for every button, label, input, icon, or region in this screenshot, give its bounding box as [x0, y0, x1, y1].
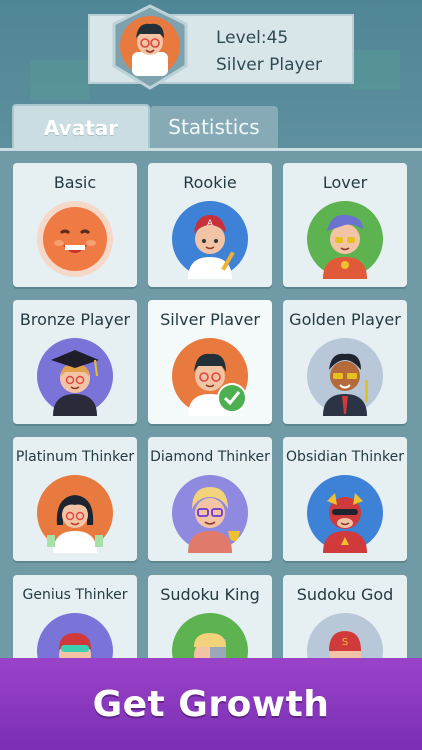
avatar-card-obsidian-thinker[interactable]: Obsidian Thinker [283, 437, 407, 561]
smiley-avatar-icon [37, 201, 113, 277]
promo-headline: Get Growth [92, 683, 330, 725]
svg-text:S: S [342, 637, 348, 648]
lover-boy-avatar-icon [307, 201, 383, 279]
platinum-girl-avatar-icon [37, 475, 113, 553]
player-rank: Silver Player [216, 55, 323, 75]
avatar-card-label: Rookie [183, 173, 237, 192]
silver-boy-avatar-icon [172, 338, 248, 416]
avatar-card-basic[interactable]: Basic [13, 163, 137, 287]
avatar-card-silver-player[interactable]: Silver Plaver [148, 300, 272, 424]
current-avatar-badge-icon [112, 4, 188, 90]
tab-statistics-label: Statistics [168, 115, 260, 139]
avatar-card-rookie[interactable]: Rookie A [148, 163, 272, 287]
graduate-avatar-icon [37, 338, 113, 416]
background-decoration [30, 60, 90, 100]
avatar-card-label: Lover [322, 173, 368, 192]
background-decoration [350, 50, 400, 90]
rookie-boy-avatar-icon: A [172, 201, 248, 279]
diamond-blonde-avatar-icon [172, 475, 248, 553]
promo-banner: Get Growth [0, 658, 422, 750]
avatar-card-diamond-thinker[interactable]: Diamond Thinker [148, 437, 272, 561]
avatar-card-platinum-thinker[interactable]: Platinum Thinker [13, 437, 137, 561]
avatar-card-label: Sudoku King [160, 585, 260, 604]
avatar-card-label: Bronze Player [19, 310, 131, 329]
golden-man-avatar-icon [307, 338, 383, 416]
avatar-card-label: Basic [53, 173, 97, 192]
avatar-card-golden-player[interactable]: Golden Player [283, 300, 407, 424]
tab-avatar-label: Avatar [43, 116, 119, 140]
avatar-card-label: Sudoku God [296, 585, 394, 604]
obsidian-hero-avatar-icon [307, 475, 383, 553]
avatar-card-bronze-player[interactable]: Bronze Player [13, 300, 137, 424]
avatar-card-label: Golden Player [289, 310, 401, 329]
avatar-card-label: Obsidian Thinker [286, 449, 404, 465]
tab-avatar[interactable]: Avatar [12, 104, 150, 150]
tab-statistics[interactable]: Statistics [150, 106, 278, 148]
avatar-card-label: Genius Thinker [22, 587, 128, 603]
avatar-card-label: Platinum Thinker [15, 449, 135, 465]
svg-text:A: A [207, 219, 214, 229]
avatar-card-label: Silver Plaver [160, 310, 260, 329]
player-level: Level:45 [216, 28, 289, 48]
avatar-card-lover[interactable]: Lover [283, 163, 407, 287]
avatar-card-label: Diamond Thinker [150, 449, 270, 465]
